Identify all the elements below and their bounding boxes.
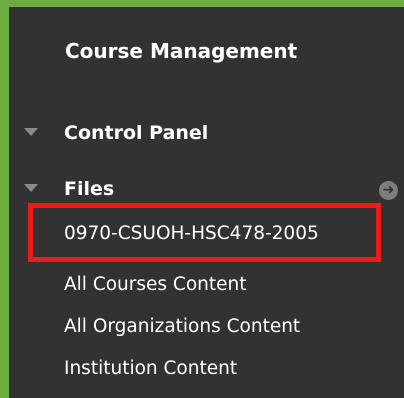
arrow-right-circle-icon[interactable]: ➜: [379, 181, 398, 200]
file-link-all-organizations[interactable]: All Organizations Content: [64, 314, 300, 340]
screenshot-frame: Course Management Control Panel Files ➜ …: [0, 0, 404, 398]
section-label: Control Panel: [64, 122, 209, 144]
section-control-panel[interactable]: Control Panel: [9, 119, 404, 149]
panel-heading: Course Management: [65, 39, 298, 63]
triangle-down-icon[interactable]: [24, 184, 38, 192]
file-link-all-courses[interactable]: All Courses Content: [64, 272, 247, 298]
section-label: Files: [64, 178, 115, 200]
triangle-down-icon[interactable]: [24, 128, 38, 136]
section-files[interactable]: Files ➜: [9, 175, 404, 205]
file-link-institution[interactable]: Institution Content: [64, 356, 237, 382]
highlight-box: [28, 203, 381, 262]
